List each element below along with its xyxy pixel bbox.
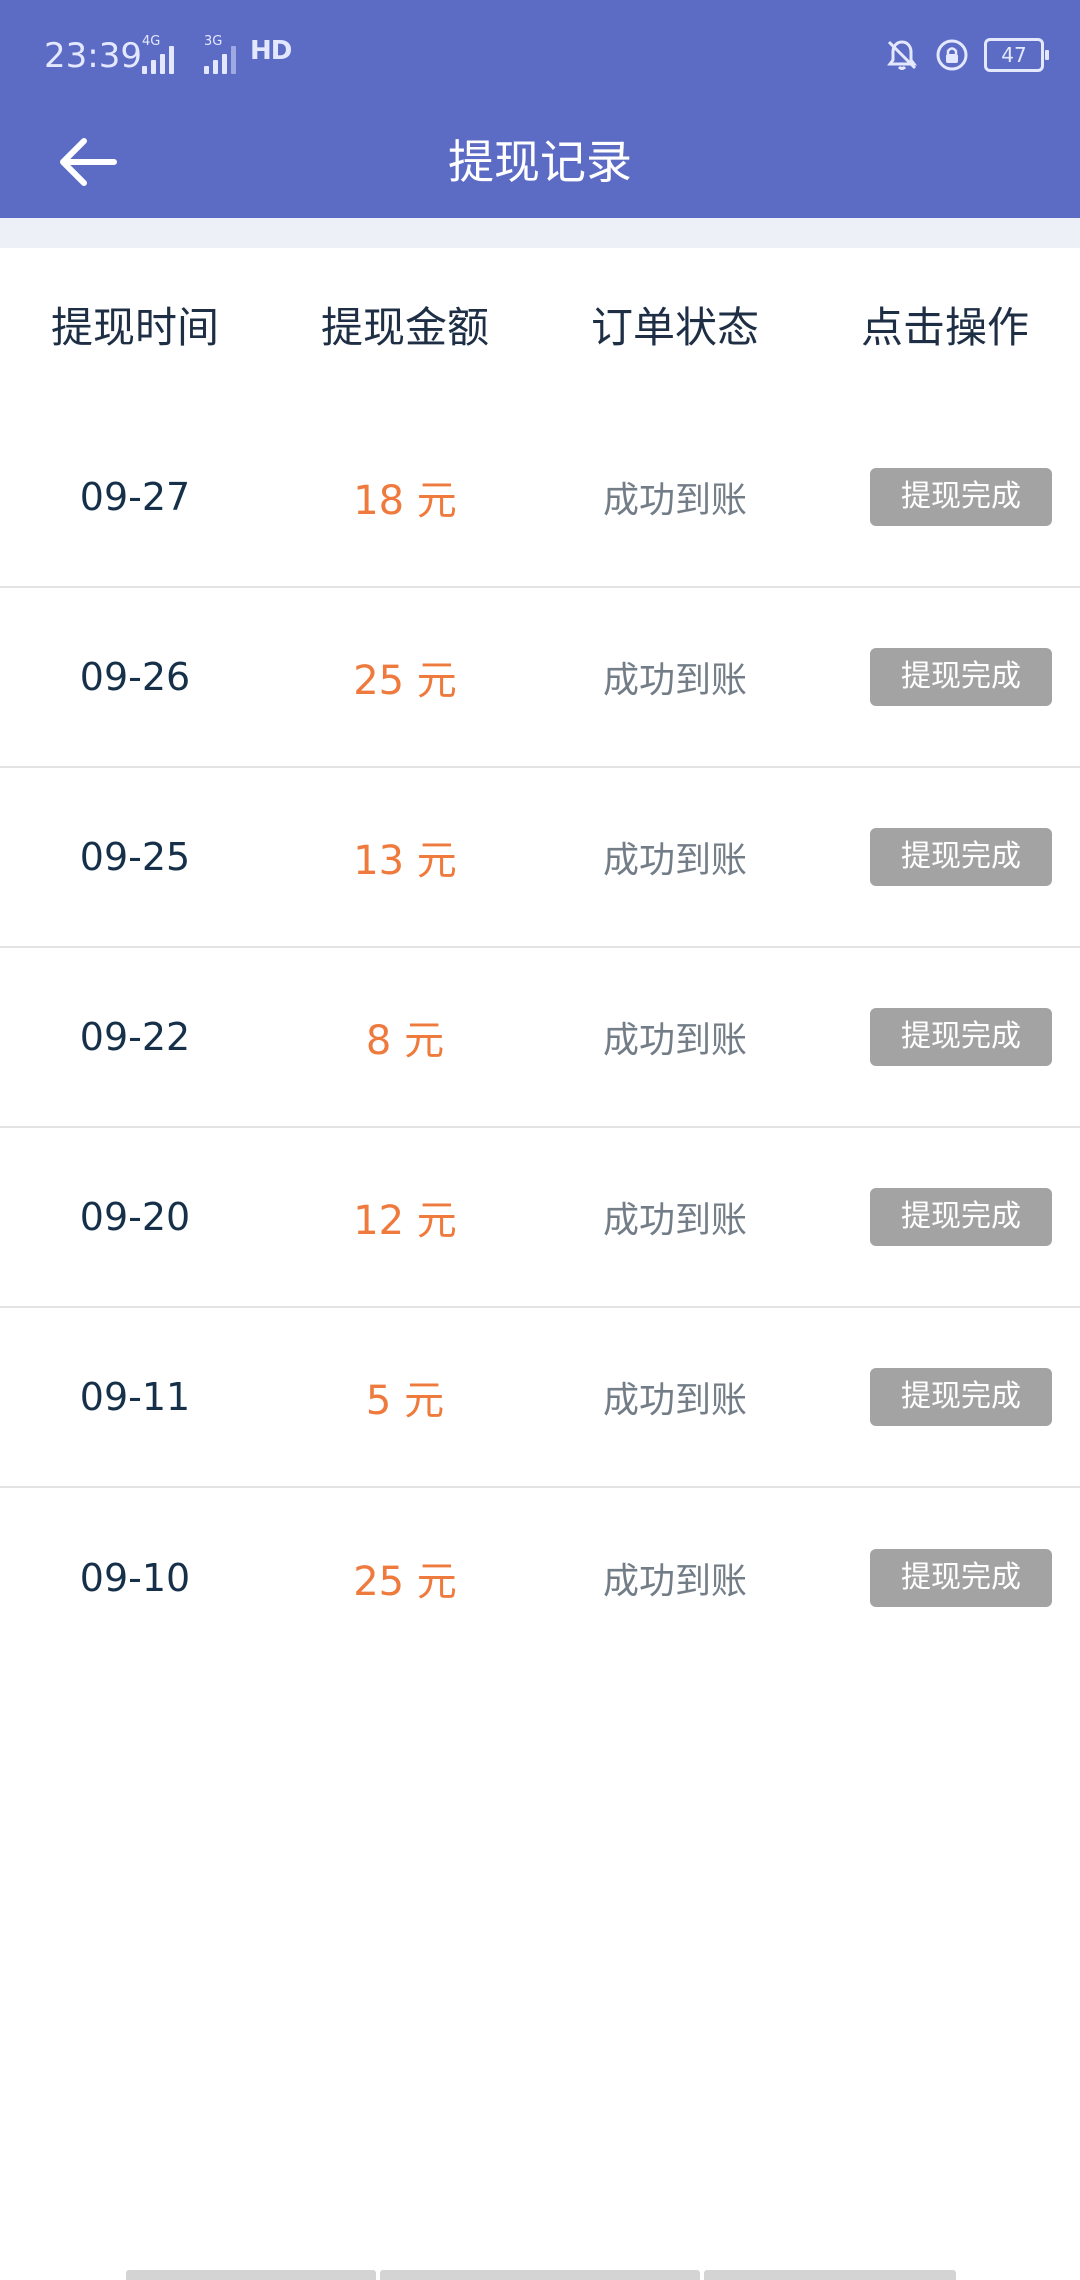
withdraw-complete-button[interactable]: 提现完成 bbox=[870, 1368, 1052, 1426]
table-row: 09-27 18 元 成功到账 提现完成 bbox=[0, 408, 1080, 588]
order-status: 成功到账 bbox=[602, 1020, 747, 1061]
table-row: 09-26 25 元 成功到账 提现完成 bbox=[0, 588, 1080, 768]
withdrawal-amount: 12 元 bbox=[353, 1198, 457, 1244]
withdrawal-amount: 18 元 bbox=[353, 478, 457, 524]
column-header-status: 订单状态 bbox=[590, 303, 759, 352]
status-time: 23:39 bbox=[44, 36, 142, 76]
withdrawal-date: 09-25 bbox=[79, 835, 191, 879]
withdrawal-date: 09-27 bbox=[79, 475, 191, 519]
column-header-time: 提现时间 bbox=[50, 303, 219, 352]
page-title: 提现记录 bbox=[448, 135, 632, 189]
withdrawal-record-list: 09-27 18 元 成功到账 提现完成 09-26 25 元 成功到账 提现完… bbox=[0, 408, 1080, 1668]
withdraw-complete-button[interactable]: 提现完成 bbox=[870, 1188, 1052, 1246]
bottom-tab-2[interactable] bbox=[380, 2270, 700, 2280]
signal-3g-icon: 3G bbox=[204, 34, 236, 74]
withdraw-complete-button[interactable]: 提现完成 bbox=[870, 828, 1052, 886]
table-header: 提现时间 提现金额 订单状态 点击操作 bbox=[0, 248, 1080, 408]
navigation-bar: 提现记录 bbox=[0, 110, 1080, 218]
withdrawal-amount: 8 元 bbox=[365, 1018, 445, 1064]
withdrawal-date: 09-20 bbox=[79, 1195, 191, 1239]
order-status: 成功到账 bbox=[602, 1561, 747, 1602]
bottom-tab-strip bbox=[126, 2270, 956, 2280]
hd-voice-icon: HD bbox=[250, 36, 292, 66]
table-row: 09-25 13 元 成功到账 提现完成 bbox=[0, 768, 1080, 948]
bottom-tab-3[interactable] bbox=[704, 2270, 956, 2280]
withdraw-complete-button[interactable]: 提现完成 bbox=[870, 648, 1052, 706]
app-header: 23:39 4G 3G HD 47 提现记录 bbox=[0, 0, 1080, 218]
column-header-action: 点击操作 bbox=[860, 303, 1029, 352]
withdrawal-amount: 5 元 bbox=[365, 1378, 445, 1424]
table-row: 09-11 5 元 成功到账 提现完成 bbox=[0, 1308, 1080, 1488]
bell-muted-icon bbox=[887, 40, 917, 70]
withdraw-complete-button[interactable]: 提现完成 bbox=[870, 1008, 1052, 1066]
withdrawal-date: 09-26 bbox=[79, 655, 191, 699]
withdrawal-amount: 13 元 bbox=[353, 838, 457, 884]
status-icons: 47 bbox=[884, 34, 1049, 76]
table-row: 09-10 25 元 成功到账 提现完成 bbox=[0, 1488, 1080, 1668]
withdrawal-amount: 25 元 bbox=[353, 1559, 457, 1605]
withdrawal-date: 09-10 bbox=[79, 1556, 191, 1600]
withdrawal-amount: 25 元 bbox=[353, 658, 457, 704]
order-status: 成功到账 bbox=[602, 480, 747, 521]
header-divider bbox=[0, 218, 1080, 248]
withdrawal-date: 09-22 bbox=[79, 1015, 191, 1059]
table-row: 09-22 8 元 成功到账 提现完成 bbox=[0, 948, 1080, 1128]
order-status: 成功到账 bbox=[602, 1200, 747, 1241]
withdraw-complete-button[interactable]: 提现完成 bbox=[870, 468, 1052, 526]
column-header-amount: 提现金额 bbox=[320, 303, 489, 352]
withdraw-complete-button[interactable]: 提现完成 bbox=[870, 1549, 1052, 1607]
bottom-tab-1[interactable] bbox=[126, 2270, 376, 2280]
battery-indicator: 47 bbox=[984, 38, 1049, 72]
signal-4g-icon: 4G bbox=[142, 34, 174, 74]
order-status: 成功到账 bbox=[602, 1380, 747, 1421]
status-bar: 23:39 4G 3G HD 47 bbox=[0, 0, 1080, 110]
rotation-lock-icon bbox=[936, 39, 968, 71]
order-status: 成功到账 bbox=[602, 660, 747, 701]
withdrawal-date: 09-11 bbox=[79, 1375, 191, 1419]
order-status: 成功到账 bbox=[602, 840, 747, 881]
table-row: 09-20 12 元 成功到账 提现完成 bbox=[0, 1128, 1080, 1308]
